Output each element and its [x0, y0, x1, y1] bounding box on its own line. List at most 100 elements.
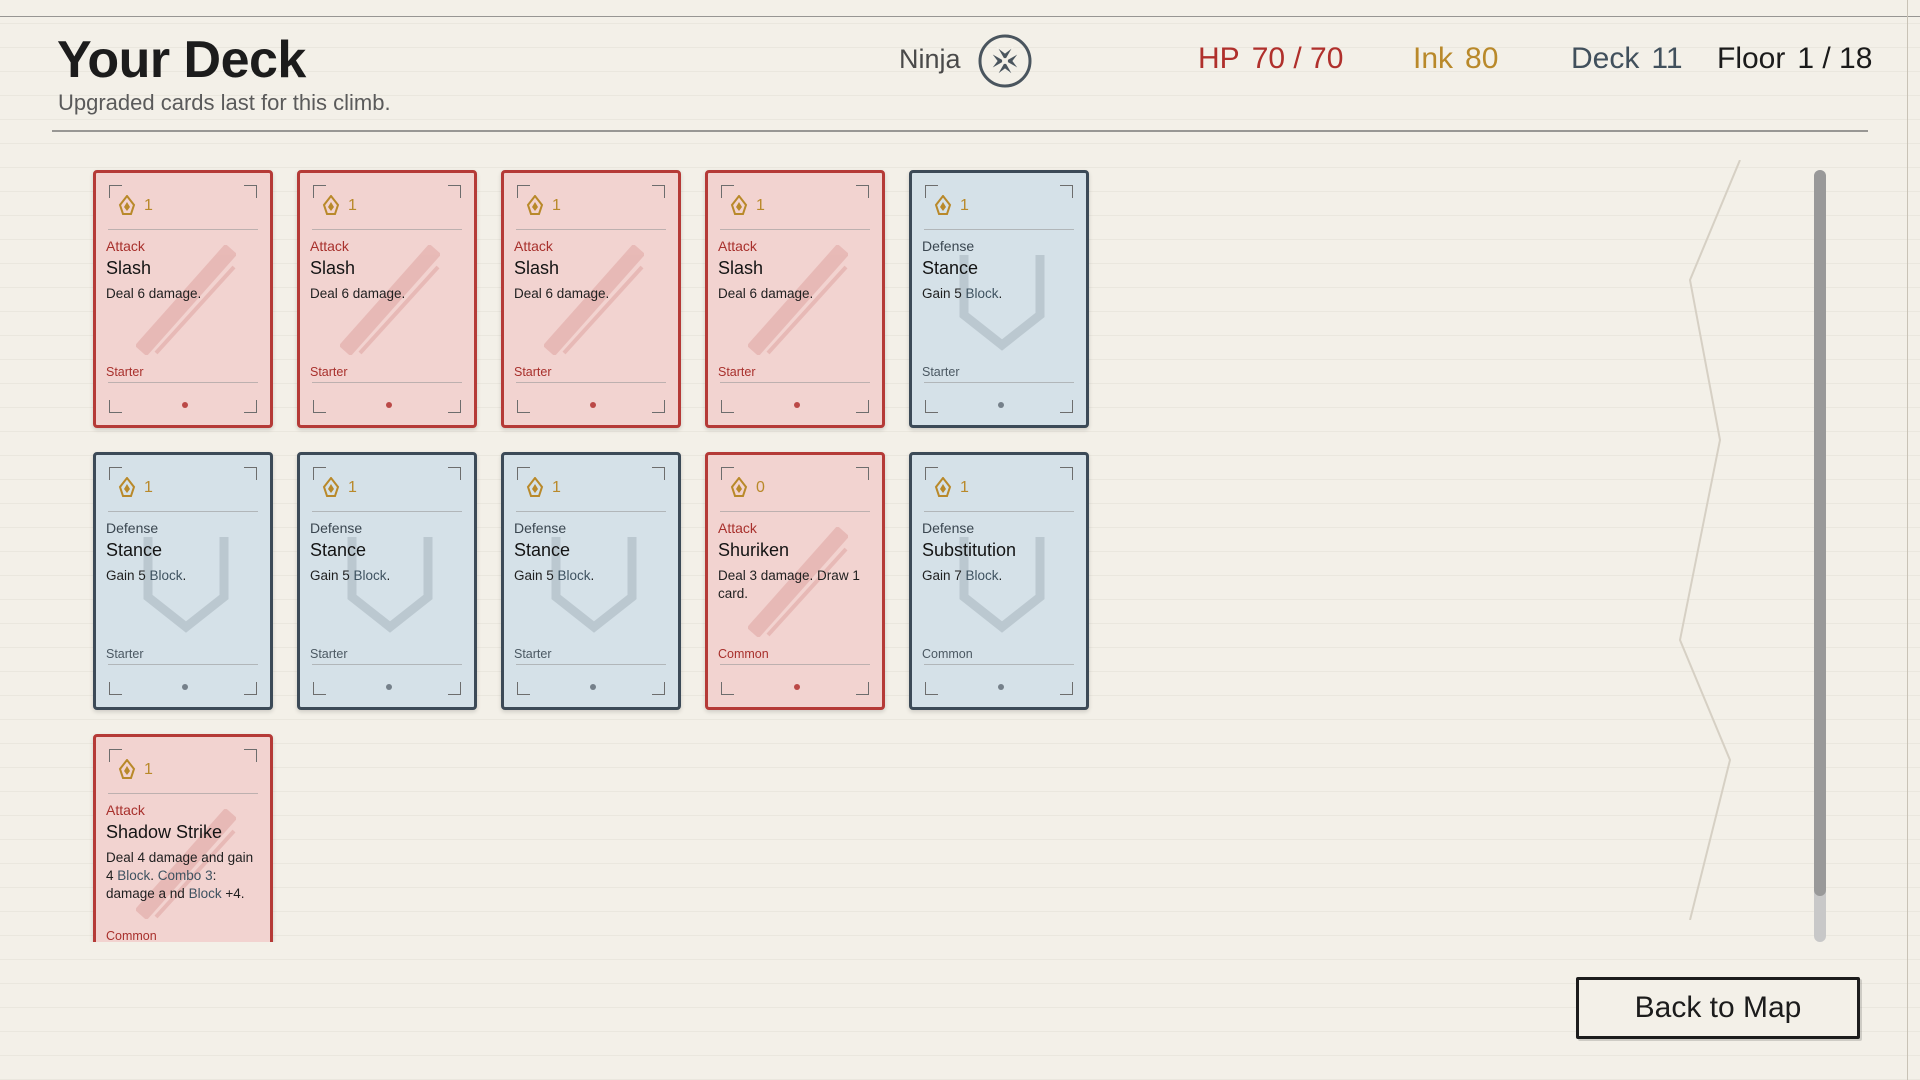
card-corner-mark: [244, 749, 257, 762]
deck-card-substitution[interactable]: 1 Defense Substitution Gain 7 Block. Common: [909, 452, 1089, 710]
card-divider: [924, 664, 1074, 665]
card-grid: 1 Attack Slash Deal 6 damage. Starter 1 Attack…: [50, 160, 1795, 942]
ink-drop-icon: [934, 477, 952, 497]
ink-stat: Ink 80: [1413, 42, 1498, 76]
card-cost-value: 1: [144, 479, 153, 496]
card-corner-mark: [244, 467, 257, 480]
card-keyword: Block: [353, 568, 387, 583]
card-corner-mark: [313, 400, 326, 413]
card-corner-mark: [721, 400, 734, 413]
card-keyword: Block: [149, 568, 183, 583]
deck-card-slash[interactable]: 1 Attack Slash Deal 6 damage. Starter: [93, 170, 273, 428]
card-cost: 1: [934, 477, 969, 499]
card-corner-mark: [856, 185, 869, 198]
floor-value: 1 / 18: [1797, 42, 1873, 75]
deck-label: Deck: [1571, 42, 1640, 75]
deck-scrollbar[interactable]: [1814, 170, 1826, 942]
card-cost: 1: [322, 477, 357, 499]
card-corner-mark: [1060, 185, 1073, 198]
hp-label: HP: [1198, 42, 1240, 75]
card-description-text: .: [998, 568, 1003, 583]
card-rarity: Starter: [310, 647, 348, 661]
card-description: Gain 5 Block.: [310, 567, 464, 585]
ink-drop-icon: [526, 477, 544, 497]
ink-drop-icon: [730, 477, 748, 497]
card-description: Deal 4 damage and gain 4 Block. Combo 3:…: [106, 849, 260, 904]
card-cost: 1: [118, 759, 153, 781]
card-corner-mark: [652, 682, 665, 695]
ink-drop-icon: [118, 759, 136, 779]
card-divider: [516, 664, 666, 665]
card-rarity: Starter: [106, 647, 144, 661]
hp-value: 70 / 70: [1251, 42, 1344, 75]
card-description-text: .: [386, 568, 391, 583]
deck-header: Your Deck Upgraded cards last for this c…: [52, 30, 1872, 132]
card-name: Slash: [310, 258, 356, 278]
card-cost-value: 1: [144, 197, 153, 214]
card-name: Substitution: [922, 540, 1017, 560]
card-rarity: Starter: [922, 365, 960, 379]
card-rarity: Starter: [514, 365, 552, 379]
card-dot-marker: [590, 684, 596, 690]
card-type: Defense: [514, 520, 567, 536]
deck-card-slash[interactable]: 1 Attack Slash Deal 6 damage. Starter: [501, 170, 681, 428]
card-dot-marker: [794, 684, 800, 690]
card-description-text: .: [182, 568, 187, 583]
right-edge-rule: [1907, 0, 1908, 1080]
deck-card-stance[interactable]: 1 Defense Stance Gain 5 Block. Starter: [501, 452, 681, 710]
card-description-text: +4.: [221, 886, 245, 902]
top-rule: [0, 16, 1920, 17]
card-name: Slash: [514, 258, 560, 278]
deck-card-stance[interactable]: 1 Defense Stance Gain 5 Block. Starter: [909, 170, 1089, 428]
card-cost: 1: [934, 195, 969, 217]
card-name: Stance: [922, 258, 979, 278]
card-keyword: Block: [188, 886, 222, 902]
deck-card-stance[interactable]: 1 Defense Stance Gain 5 Block. Starter: [297, 452, 477, 710]
card-corner-mark: [448, 185, 461, 198]
card-divider: [312, 382, 462, 383]
card-dot-marker: [386, 402, 392, 408]
card-type: Attack: [718, 520, 757, 536]
ink-drop-icon: [526, 195, 544, 215]
card-divider: [108, 511, 258, 512]
card-cost-value: 0: [756, 479, 765, 496]
card-corner-mark: [721, 682, 734, 695]
deck-card-shuriken[interactable]: 0 Attack Shuriken Deal 3 damage. Draw 1 car…: [705, 452, 885, 710]
back-to-map-button[interactable]: Back to Map: [1576, 977, 1860, 1039]
card-description: Deal 6 damage.: [310, 286, 406, 301]
card-type: Attack: [106, 802, 145, 818]
card-divider: [312, 664, 462, 665]
card-cost: 1: [526, 195, 561, 217]
card-corner-mark: [1060, 400, 1073, 413]
ink-drop-icon: [730, 195, 748, 215]
deck-scroll-area[interactable]: 1 Attack Slash Deal 6 damage. Starter 1 Attack…: [50, 160, 1795, 942]
deck-card-shadow-strike[interactable]: 1 Attack Shadow Strike Deal 4 damage and ga…: [93, 734, 273, 942]
deck-card-slash[interactable]: 1 Attack Slash Deal 6 damage. Starter: [705, 170, 885, 428]
card-cost-value: 1: [348, 479, 357, 496]
card-keyword: Block: [965, 568, 999, 583]
card-type: Defense: [922, 520, 975, 536]
card-name: Stance: [514, 540, 571, 560]
header-divider: [52, 130, 1868, 132]
card-cost-value: 1: [552, 479, 561, 496]
scrollbar-thumb[interactable]: [1814, 170, 1826, 896]
deck-card-stance[interactable]: 1 Defense Stance Gain 5 Block. Starter: [93, 452, 273, 710]
card-cost: 1: [730, 195, 765, 217]
page-subtitle: Upgraded cards last for this climb.: [58, 90, 391, 115]
card-rarity: Starter: [106, 365, 144, 379]
card-cost: 0: [730, 477, 765, 499]
ink-label: Ink: [1413, 42, 1454, 75]
card-divider: [312, 511, 462, 512]
card-keyword: Combo 3: [157, 868, 213, 884]
ink-drop-icon: [322, 477, 340, 497]
card-description-text: Gain 5: [106, 568, 150, 583]
floor-stat: Floor 1 / 18: [1717, 42, 1872, 76]
card-name: Stance: [106, 540, 163, 560]
card-rarity: Common: [718, 647, 769, 661]
card-corner-mark: [109, 682, 122, 695]
deck-card-slash[interactable]: 1 Attack Slash Deal 6 damage. Starter: [297, 170, 477, 428]
card-description: Gain 5 Block.: [106, 567, 260, 585]
card-name: Shadow Strike: [106, 822, 223, 842]
card-description: Gain 5 Block.: [922, 285, 1076, 303]
card-corner-mark: [652, 400, 665, 413]
